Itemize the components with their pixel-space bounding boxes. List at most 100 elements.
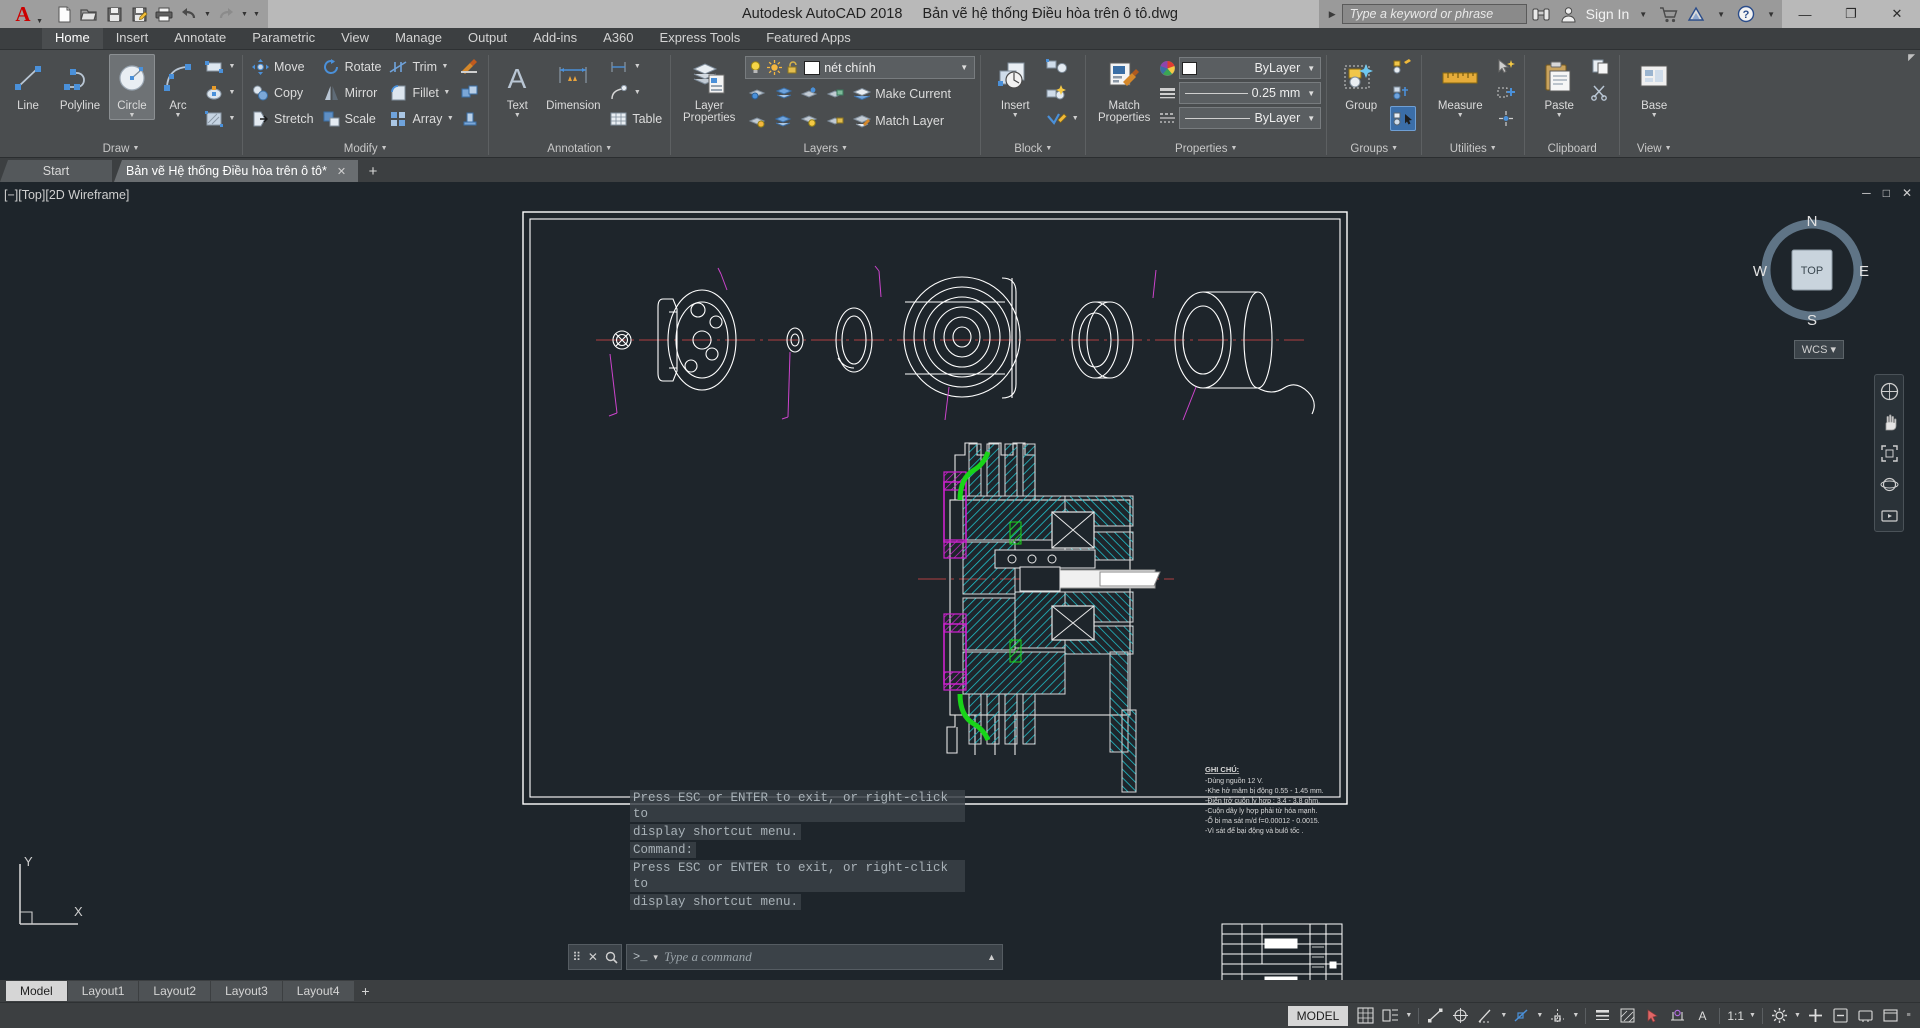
hatch-tool[interactable]: [201, 106, 227, 131]
command-expand-caret[interactable]: ▲: [987, 952, 996, 962]
layer-lock-tool[interactable]: [823, 81, 849, 106]
text-dropdown-caret[interactable]: ▼: [514, 112, 521, 120]
close-icon[interactable]: ✕: [337, 165, 346, 178]
ribbon-tab-express-tools[interactable]: Express Tools: [647, 28, 754, 49]
dimension-tool[interactable]: Dimension: [540, 54, 606, 112]
ribbon-tab-output[interactable]: Output: [455, 28, 520, 49]
dimension-style-tool[interactable]: [606, 54, 632, 79]
object-color-combo[interactable]: ByLayer ▼: [1179, 57, 1322, 79]
layer-color-swatch[interactable]: [804, 60, 821, 75]
workspace-gear-icon[interactable]: [1767, 1004, 1792, 1028]
layer-unisolate-tool[interactable]: [771, 81, 797, 106]
layer-isolate-tool[interactable]: [745, 81, 771, 106]
linetype-caret[interactable]: ▼: [1307, 114, 1318, 123]
explode-tool[interactable]: [457, 80, 483, 105]
fillet-dropdown-caret[interactable]: ▼: [442, 89, 452, 96]
ribbon-tab-featured-apps[interactable]: Featured Apps: [753, 28, 864, 49]
linetype-combo[interactable]: ByLayer ▼: [1179, 107, 1322, 129]
search-icon[interactable]: [605, 951, 618, 964]
ribbon-minimize-toggle[interactable]: ◤: [1908, 52, 1915, 63]
trim-dropdown-caret[interactable]: ▼: [440, 63, 450, 70]
insert-block-tool[interactable]: Insert ▼: [986, 54, 1044, 120]
user-account-icon[interactable]: [1555, 0, 1583, 28]
layer-lock-icon[interactable]: [786, 60, 800, 75]
current-layer-combo[interactable]: nét chính ▼: [745, 56, 976, 79]
object-snap-icon[interactable]: [1509, 1004, 1534, 1028]
arc-tool[interactable]: Arc ▼: [155, 54, 201, 120]
search-input[interactable]: Type a keyword or phrase: [1341, 4, 1527, 24]
customize-qat-caret[interactable]: ▼: [252, 11, 261, 18]
ribbon-tab-home[interactable]: Home: [42, 28, 103, 49]
panel-utilities-label[interactable]: Utilities ▼: [1422, 139, 1524, 158]
insert-dropdown-caret[interactable]: ▼: [1012, 112, 1019, 120]
zoom-extents-icon[interactable]: [1877, 442, 1901, 464]
group-edit-tool[interactable]: [1390, 80, 1416, 105]
layout-tab-layout1[interactable]: Layout1: [67, 981, 139, 1001]
layer-on-bulb-icon[interactable]: [748, 60, 763, 75]
hardware-accel-icon[interactable]: [1853, 1004, 1878, 1028]
snap-dropdown-caret[interactable]: ▼: [1403, 1012, 1414, 1019]
ribbon-tab-manage[interactable]: Manage: [382, 28, 455, 49]
open-file-button[interactable]: [78, 3, 100, 25]
drawing-canvas[interactable]: [−][Top][2D Wireframe] ─ □ ✕ GHI CHÚ: -D…: [0, 182, 1920, 980]
redo-dropdown-caret[interactable]: ▼: [240, 11, 249, 18]
ribbon-tab-parametric[interactable]: Parametric: [239, 28, 328, 49]
panel-block-label[interactable]: Block ▼: [981, 139, 1085, 158]
panel-annotation-label[interactable]: Annotation ▼: [489, 139, 670, 158]
transparency-icon[interactable]: [1615, 1004, 1640, 1028]
save-as-button[interactable]: [128, 3, 150, 25]
quick-select-tool[interactable]: [1493, 54, 1519, 79]
command-input[interactable]: >_ ▾ Type a command ▲: [626, 944, 1003, 970]
base-view-tool[interactable]: Base ▼: [1625, 54, 1683, 120]
ribbon-tab-annotate[interactable]: Annotate: [161, 28, 239, 49]
undo-button[interactable]: [178, 3, 200, 25]
object-color-caret[interactable]: ▼: [1307, 64, 1318, 73]
panel-groups-label[interactable]: Groups ▼: [1327, 139, 1421, 158]
ellipse-dropdown-caret[interactable]: ▼: [227, 89, 237, 96]
close-icon[interactable]: ✕: [588, 950, 598, 964]
annotation-monitor-icon[interactable]: [1665, 1004, 1690, 1028]
customization-icon[interactable]: [1803, 1004, 1828, 1028]
explode-alt-tool[interactable]: [457, 106, 483, 131]
cut-clip-tool[interactable]: [1588, 80, 1614, 105]
command-history-caret[interactable]: ▾: [653, 952, 658, 963]
create-block-tool[interactable]: [1044, 54, 1070, 79]
mirror-tool[interactable]: Mirror: [319, 80, 385, 105]
grid-display-icon[interactable]: [1353, 1004, 1378, 1028]
ortho-mode-icon[interactable]: [1448, 1004, 1473, 1028]
layer-properties-tool[interactable]: Layer Properties: [676, 54, 742, 124]
layer-thaw-tool[interactable]: [797, 108, 823, 133]
hatch-dropdown-caret[interactable]: ▼: [227, 115, 237, 122]
paste-tool[interactable]: Paste ▼: [1530, 54, 1588, 120]
layer-freeze-sun-icon[interactable]: [767, 60, 783, 75]
layer-freeze-tool[interactable]: [797, 81, 823, 106]
panel-layers-label[interactable]: Layers ▼: [671, 139, 980, 158]
sign-in-dropdown-caret[interactable]: ▼: [1632, 10, 1654, 19]
otrack-dropdown-caret[interactable]: ▼: [1570, 1012, 1581, 1019]
match-properties-small-tool[interactable]: [457, 54, 483, 79]
steering-wheel-icon[interactable]: [1877, 380, 1901, 402]
stretch-tool[interactable]: Stretch: [248, 106, 317, 131]
model-space-button[interactable]: MODEL: [1287, 1005, 1349, 1026]
polar-dropdown-caret[interactable]: ▼: [1498, 1012, 1509, 1019]
wcs-selector[interactable]: WCS ▾: [1793, 340, 1844, 359]
ribbon-tab-insert[interactable]: Insert: [103, 28, 162, 49]
command-grip-icon[interactable]: ⠿: [572, 950, 581, 964]
edit-attributes-dropdown-caret[interactable]: ▼: [1070, 115, 1080, 122]
dimension-style-dropdown-caret[interactable]: ▼: [632, 63, 642, 70]
leader-tool[interactable]: [606, 80, 632, 105]
circle-dropdown-caret[interactable]: ▼: [129, 112, 136, 120]
circle-tool[interactable]: Circle ▼: [109, 54, 155, 120]
layer-unlock-tool[interactable]: [823, 108, 849, 133]
layout-tab-layout4[interactable]: Layout4: [282, 981, 354, 1001]
osnap-dropdown-caret[interactable]: ▼: [1534, 1012, 1545, 1019]
rectangle-dropdown-caret[interactable]: ▼: [227, 63, 237, 70]
layout-tab-layout2[interactable]: Layout2: [139, 981, 211, 1001]
infer-constraints-icon[interactable]: [1423, 1004, 1448, 1028]
base-dropdown-caret[interactable]: ▼: [1651, 112, 1658, 120]
help-button[interactable]: ?: [1732, 0, 1760, 28]
ellipse-tool[interactable]: [201, 80, 227, 105]
scale-tool[interactable]: Scale: [319, 106, 385, 131]
viewcube[interactable]: TOP N S E W: [1752, 210, 1872, 330]
layer-off-tool[interactable]: [771, 108, 797, 133]
